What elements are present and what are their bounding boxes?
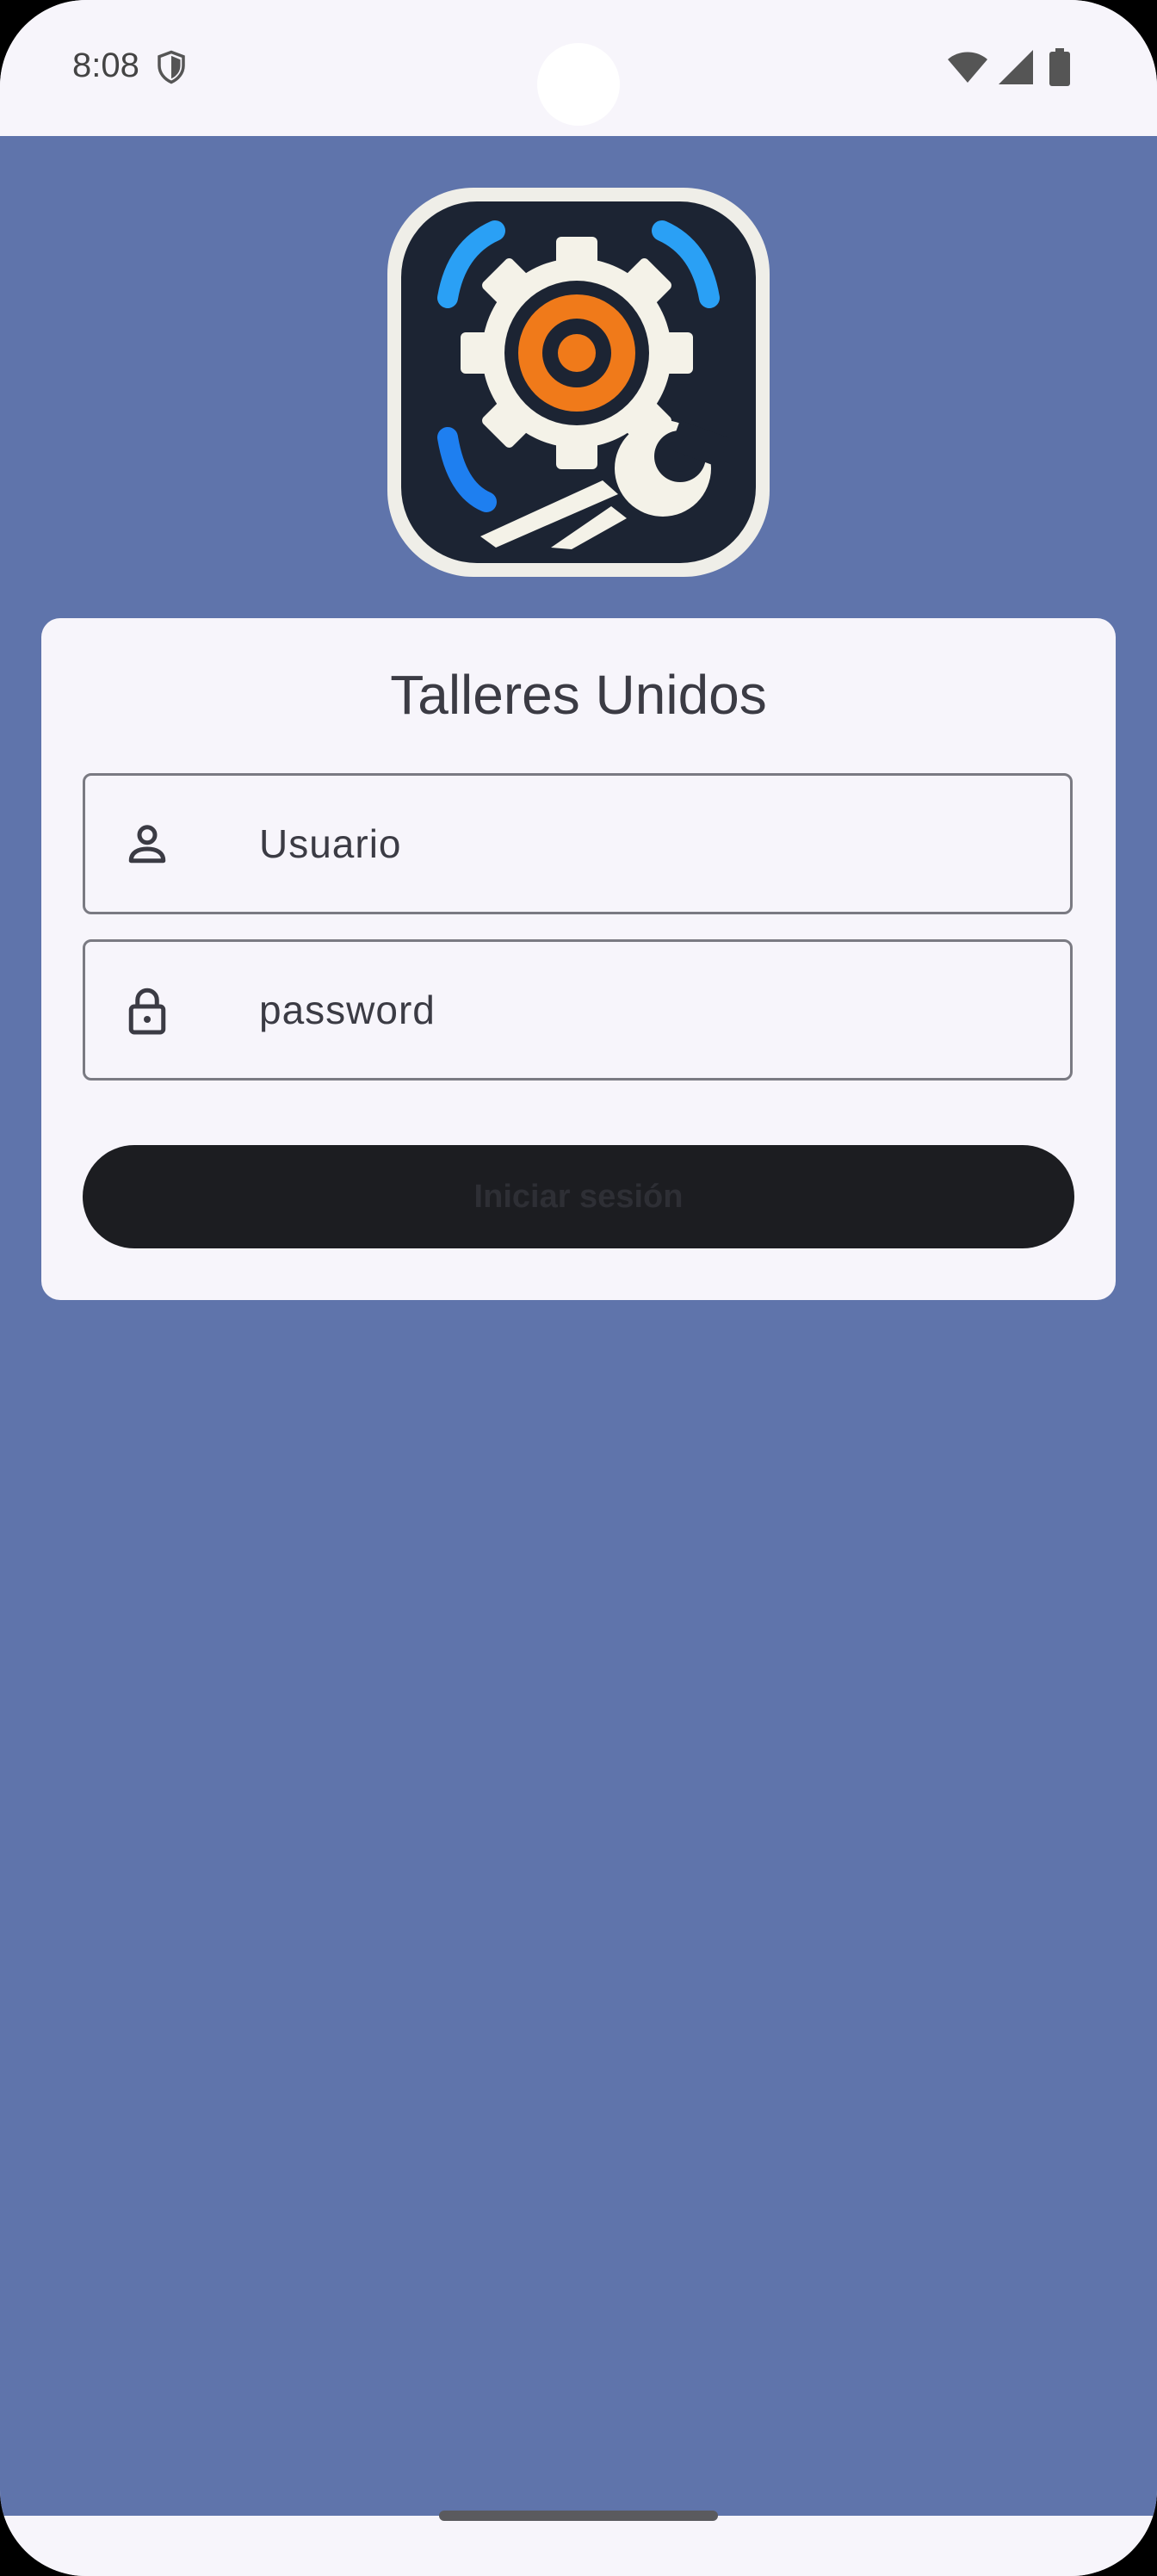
status-time: 8:08	[72, 46, 139, 84]
shield-icon	[158, 50, 185, 84]
password-field[interactable]: password	[83, 939, 1073, 1081]
camera-cutout	[537, 43, 620, 126]
battery-icon	[1049, 48, 1070, 86]
wifi-icon	[948, 52, 987, 83]
login-card: Talleres Unidos Usuario password Iniciar…	[41, 618, 1116, 1300]
app-logo	[387, 188, 770, 577]
username-placeholder: Usuario	[259, 821, 402, 866]
cellular-signal-icon	[999, 50, 1033, 84]
password-placeholder: password	[259, 988, 436, 1032]
login-button[interactable]: Iniciar sesión	[83, 1145, 1074, 1248]
status-bar: 8:08	[0, 0, 1157, 136]
app-title: Talleres Unidos	[390, 664, 767, 726]
phone-screen: 8:08 Talleres Unidos Usuario password In…	[0, 0, 1157, 2576]
lock-icon	[128, 988, 166, 1035]
status-icons	[913, 48, 1085, 86]
navigation-bar	[0, 2516, 1157, 2576]
home-gesture-handle[interactable]	[439, 2511, 718, 2521]
username-field[interactable]: Usuario	[83, 773, 1073, 914]
person-icon	[128, 825, 166, 864]
